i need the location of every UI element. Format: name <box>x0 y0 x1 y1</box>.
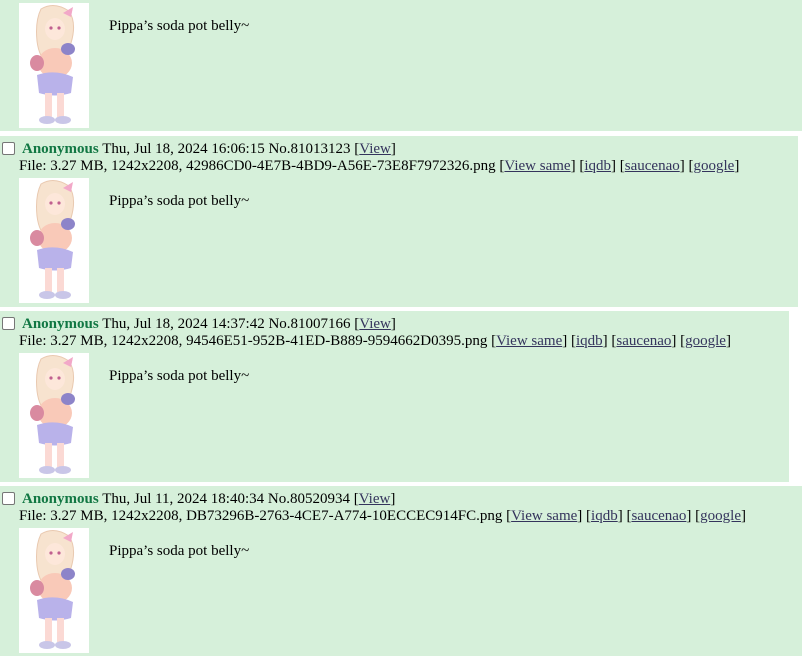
iqdb-link[interactable]: iqdb <box>591 508 618 524</box>
file-details: File: 3.27 MB, 1242x2208, 42986CD0-4E7B-… <box>19 158 496 174</box>
google-link[interactable]: google <box>685 333 726 349</box>
google-link[interactable]: google <box>693 158 734 174</box>
post-number[interactable]: No.80520934 <box>268 491 350 507</box>
view-link[interactable]: View <box>359 491 391 507</box>
view-same-link[interactable]: View same <box>504 158 570 174</box>
post-number[interactable]: No.81007166 <box>268 316 350 332</box>
iqdb-link[interactable]: iqdb <box>584 158 611 174</box>
view-link[interactable]: View <box>359 141 391 157</box>
poster-name: Anonymous <box>22 141 99 157</box>
poster-name: Anonymous <box>22 491 99 507</box>
post-header: Anonymous Thu, Jul 11, 2024 18:40:34 No.… <box>2 491 395 508</box>
post-comment: Pippa’s soda pot belly~ <box>109 193 250 209</box>
post-partial: Pippa’s soda pot belly~ <box>0 0 802 131</box>
view-same-link[interactable]: View same <box>496 333 562 349</box>
post: Anonymous Thu, Jul 11, 2024 18:40:34 No.… <box>0 486 802 656</box>
file-info: File: 3.27 MB, 1242x2208, DB73296B-2763-… <box>19 508 746 524</box>
post-thumbnail[interactable] <box>19 353 89 478</box>
post-checkbox[interactable] <box>2 317 15 330</box>
post-checkbox[interactable] <box>2 492 15 505</box>
post-number[interactable]: No.81013123 <box>268 141 350 157</box>
post-checkbox[interactable] <box>2 142 15 155</box>
post-thumbnail[interactable] <box>19 528 89 653</box>
google-link[interactable]: google <box>700 508 741 524</box>
post-datetime: Thu, Jul 11, 2024 18:40:34 <box>102 491 265 507</box>
poster-name: Anonymous <box>22 316 99 332</box>
character-image <box>29 529 76 650</box>
character-image <box>29 179 76 300</box>
character-image <box>29 4 76 125</box>
view-same-link[interactable]: View same <box>511 508 577 524</box>
view-link[interactable]: View <box>359 316 391 332</box>
file-details: File: 3.27 MB, 1242x2208, 94546E51-952B-… <box>19 333 488 349</box>
post: Anonymous Thu, Jul 18, 2024 16:06:15 No.… <box>0 136 798 307</box>
post-comment: Pippa’s soda pot belly~ <box>109 368 250 384</box>
saucenao-link[interactable]: saucenao <box>625 158 680 174</box>
post-header: Anonymous Thu, Jul 18, 2024 16:06:15 No.… <box>2 141 396 158</box>
character-image <box>29 354 76 475</box>
iqdb-link[interactable]: iqdb <box>576 333 603 349</box>
post: Anonymous Thu, Jul 18, 2024 14:37:42 No.… <box>0 311 789 482</box>
saucenao-link[interactable]: saucenao <box>631 508 686 524</box>
post-thumbnail[interactable] <box>19 178 89 303</box>
file-details: File: 3.27 MB, 1242x2208, DB73296B-2763-… <box>19 508 503 524</box>
saucenao-link[interactable]: saucenao <box>616 333 671 349</box>
file-info: File: 3.27 MB, 1242x2208, 42986CD0-4E7B-… <box>19 158 740 174</box>
file-info: File: 3.27 MB, 1242x2208, 94546E51-952B-… <box>19 333 731 349</box>
post-datetime: Thu, Jul 18, 2024 14:37:42 <box>102 316 265 332</box>
post-header: Anonymous Thu, Jul 18, 2024 14:37:42 No.… <box>2 316 396 333</box>
post-thumbnail[interactable] <box>19 3 89 128</box>
post-datetime: Thu, Jul 18, 2024 16:06:15 <box>102 141 265 157</box>
post-comment: Pippa’s soda pot belly~ <box>109 18 250 34</box>
post-comment: Pippa’s soda pot belly~ <box>109 543 250 559</box>
